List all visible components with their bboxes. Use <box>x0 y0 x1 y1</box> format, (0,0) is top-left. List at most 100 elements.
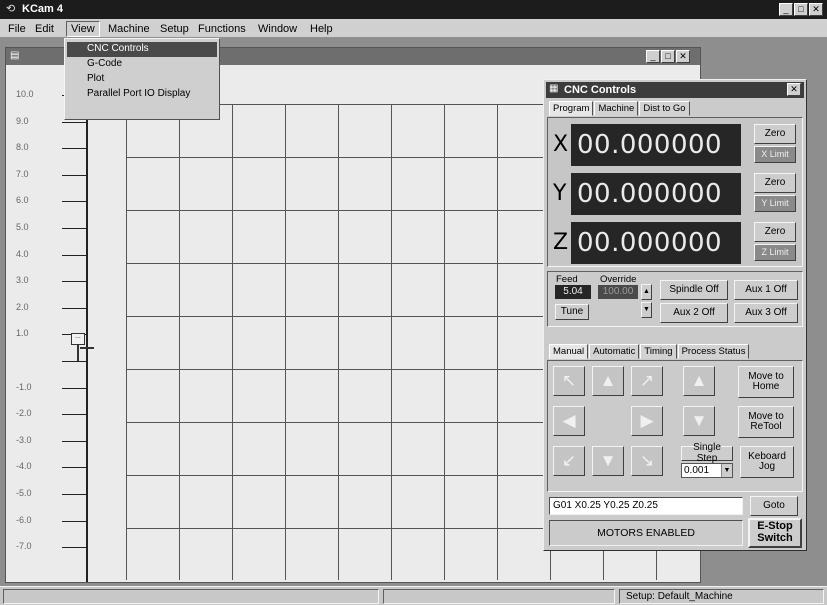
y-tick-mark <box>62 201 86 203</box>
override-up-button[interactable]: ▲ <box>641 284 652 300</box>
maximize-button[interactable]: □ <box>794 3 808 16</box>
step-size-value: 0.001 <box>684 465 710 476</box>
cnc-close-button[interactable]: ✕ <box>787 83 801 96</box>
status-bar: Setup: Default_Machine <box>0 586 827 605</box>
jog-right-icon[interactable]: ▶ <box>631 406 663 436</box>
y-tick-mark <box>62 547 86 549</box>
cnc-title-bar: ▦ CNC Controls ✕ <box>546 82 804 98</box>
move-to-retool-button[interactable]: Move to ReTool <box>738 406 794 438</box>
axis-x-value: 00.000000 <box>577 130 723 160</box>
y-tick-label: -5.0 <box>16 488 32 498</box>
zero-z-button[interactable]: Zero <box>754 222 796 242</box>
y-tick-label: -3.0 <box>16 434 32 445</box>
step-size-select[interactable]: 0.001 ▼ <box>681 463 733 478</box>
close-button[interactable]: ✕ <box>809 3 823 16</box>
keyboard-jog-button[interactable]: Keboard Jog <box>740 446 794 478</box>
cnc-window-icon: ▦ <box>549 83 559 94</box>
app-icon: ⟲ <box>6 3 16 15</box>
jog-z-up-icon[interactable]: ▲ <box>683 366 715 396</box>
y-tick-label: 3.0 <box>16 275 29 286</box>
axis-y-readout: 00.000000 <box>571 173 741 215</box>
motors-status: MOTORS ENABLED <box>549 520 743 546</box>
move-to-home-button[interactable]: Move to Home <box>738 366 794 398</box>
menu-view[interactable]: View <box>66 21 100 37</box>
y-tick-mark <box>62 494 86 495</box>
y-tick-mark <box>62 307 86 309</box>
menu-item-cnc-controls[interactable]: CNC Controls <box>67 42 217 57</box>
jog-up-right-icon[interactable]: ↗ <box>631 366 663 396</box>
menu-file[interactable]: File <box>8 23 26 35</box>
y-tick-label: -2.0 <box>16 408 32 419</box>
menu-item-g-code[interactable]: G-Code <box>67 57 217 72</box>
y-tick-mark <box>62 281 86 283</box>
menu-item-parallel-port-io-display[interactable]: Parallel Port IO Display <box>67 87 217 102</box>
menu-window[interactable]: Window <box>258 23 297 35</box>
view-menu-dropdown: CNC Controls G-Code Plot Parallel Port I… <box>64 38 220 120</box>
goto-button[interactable]: Goto <box>750 496 798 516</box>
dro-panel: X 00.000000 Zero X Limit Y 00.000000 Zer… <box>547 117 803 267</box>
zero-y-button[interactable]: Zero <box>754 173 796 193</box>
jog-down-icon[interactable]: ▼ <box>592 446 624 476</box>
jog-down-left-icon[interactable]: ↙ <box>553 446 585 476</box>
y-tick-label: 9.0 <box>16 115 29 126</box>
y-tick-label: 10.0 <box>16 89 34 99</box>
jog-up-icon[interactable]: ▲ <box>592 366 624 396</box>
manual-jog-panel: ↖ ▲ ↗ ▲ Move to Home ◀ ▶ ▼ Move to ReToo… <box>547 360 803 492</box>
y-tick-label: 7.0 <box>16 168 29 179</box>
tab-timing[interactable]: Timing <box>640 344 677 359</box>
chevron-down-icon[interactable]: ▼ <box>721 464 732 477</box>
tab-manual[interactable]: Manual <box>549 344 589 359</box>
axis-y-letter: Y <box>553 181 567 206</box>
aux1-button[interactable]: Aux 1 Off <box>734 280 798 300</box>
y-tick-mark <box>62 414 86 416</box>
estop-switch-button[interactable]: E-Stop Switch <box>748 518 802 548</box>
aux3-button[interactable]: Aux 3 Off <box>734 303 798 323</box>
z-limit-indicator: Z Limit <box>754 244 796 261</box>
tab-dist-to-go[interactable]: Dist to Go <box>639 101 690 116</box>
y-tick-mark <box>62 520 86 522</box>
plot-window-icon: ▤ <box>10 50 20 61</box>
menu-edit[interactable]: Edit <box>35 23 54 35</box>
y-tick-mark <box>62 467 86 469</box>
y-tick-mark <box>62 387 86 389</box>
plot-maximize-button[interactable]: □ <box>661 50 675 63</box>
y-tick-mark <box>62 174 86 176</box>
single-step-button[interactable]: Single Step <box>681 442 733 463</box>
tab-machine[interactable]: Machine <box>594 101 639 116</box>
y-tick-label: -6.0 <box>16 514 32 525</box>
override-value: 100.00 <box>598 285 638 299</box>
y-tick-mark <box>62 228 86 229</box>
jog-left-icon[interactable]: ◀ <box>553 406 585 436</box>
menu-help[interactable]: Help <box>310 23 333 35</box>
plot-close-button[interactable]: ✕ <box>676 50 690 63</box>
spindle-button[interactable]: Spindle Off <box>660 280 728 300</box>
minimize-button[interactable]: _ <box>779 3 793 16</box>
y-tick-label: 5.0 <box>16 222 29 232</box>
y-tick-label: 1.0 <box>16 328 29 339</box>
plot-minimize-button[interactable]: _ <box>646 50 660 63</box>
aux2-button[interactable]: Aux 2 Off <box>660 303 728 323</box>
axis-x-letter: X <box>553 132 569 157</box>
command-input[interactable]: G01 X0.25 Y0.25 Z0.25 <box>549 497 743 515</box>
menu-item-plot[interactable]: Plot <box>67 72 217 87</box>
y-axis-ruler: 10.0 9.0 8.0 7.0 6.0 5.0 4.0 3.0 2.0 1.0 -1.0 -2.0 -… <box>6 65 94 582</box>
y-tick-label: -1.0 <box>16 381 32 392</box>
cnc-title: CNC Controls <box>564 84 637 96</box>
menu-functions[interactable]: Functions <box>198 23 246 35</box>
axis-x-readout: 00.000000 <box>571 124 741 166</box>
tab-program[interactable]: Program <box>549 101 594 116</box>
jog-z-down-icon[interactable]: ▼ <box>683 406 715 436</box>
axis-y-value: 00.000000 <box>577 179 723 209</box>
zero-x-button[interactable]: Zero <box>754 124 796 144</box>
jog-up-left-icon[interactable]: ↖ <box>553 366 585 396</box>
tab-process-status[interactable]: Process Status <box>677 344 750 359</box>
tab-automatic[interactable]: Automatic <box>589 344 640 359</box>
jog-down-right-icon[interactable]: ↘ <box>631 446 663 476</box>
override-label: Override <box>600 274 637 285</box>
override-down-button[interactable]: ▼ <box>641 302 652 318</box>
status-setup-text: Setup: Default_Machine <box>626 591 733 602</box>
menu-machine[interactable]: Machine <box>108 23 150 35</box>
menu-bar: File Edit View Machine Setup Functions W… <box>0 19 827 38</box>
menu-setup[interactable]: Setup <box>160 23 189 35</box>
tune-button[interactable]: Tune <box>555 304 589 320</box>
